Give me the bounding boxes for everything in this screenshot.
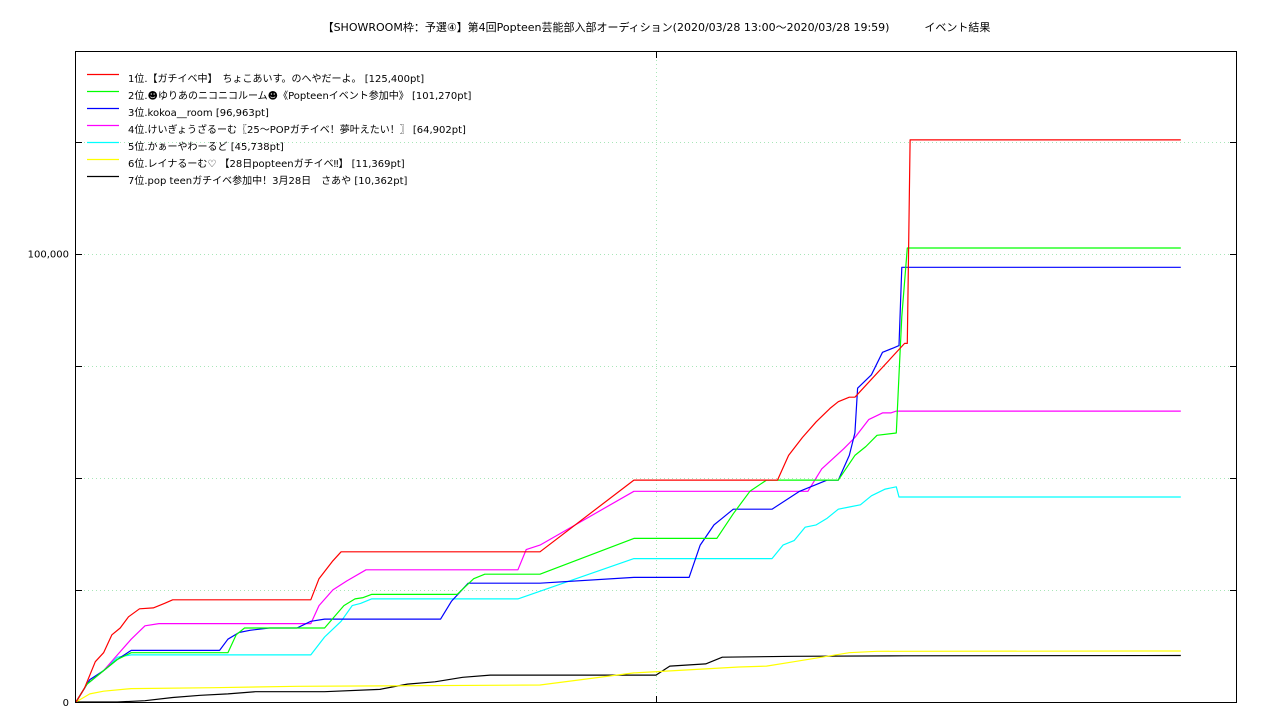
- legend-label: 5位.かぁーやわーるど [45,738pt]: [128, 140, 284, 153]
- legend-item: 1位.【ガチイベ中】 ちょこあいす。のへやだーよ。 [125,400pt]: [87, 72, 424, 85]
- legend-label: 4位.けいぎょうざるーむ〖25〜POPガチイベ！夢叶えたい！〗 [64,902p…: [128, 123, 466, 136]
- legend-item: 4位.けいぎょうざるーむ〖25〜POPガチイベ！夢叶えたい！〗 [64,902p…: [87, 123, 466, 136]
- series-line: [75, 486, 1181, 703]
- y-tick-label: 0: [63, 698, 69, 709]
- chart-page: 【SHOWROOM枠：予選④】第4回Popteen芸能部入部オーディション(20…: [0, 0, 1280, 720]
- legend-item: 6位.レイナるーむ♡ 【28日popteenガチイベ‼】 [11,369pt]: [87, 157, 405, 170]
- series-line: [76, 654, 1181, 703]
- y-tick-label: 100,000: [28, 250, 69, 261]
- legend-item: 3位.kokoa__room [96,963pt]: [87, 106, 269, 119]
- legend-label: 7位.pop teenガチイベ参加中！3月28日 さあや [10,362pt]: [128, 174, 408, 187]
- series-layer: [75, 139, 1181, 703]
- legend-item: 7位.pop teenガチイベ参加中！3月28日 さあや [10,362pt]: [87, 174, 408, 187]
- legend-label: 3位.kokoa__room [96,963pt]: [128, 106, 269, 119]
- line-chart: 0 100,000 1位.【ガチイベ中】 ちょこあいす。のへやだーよ。 [125,…: [28, 51, 1237, 709]
- series-line: [75, 139, 1181, 703]
- series-line: [75, 247, 1181, 703]
- series-line: [75, 650, 1181, 703]
- legend-label: 6位.レイナるーむ♡ 【28日popteenガチイベ‼】 [11,369pt]: [128, 157, 405, 170]
- legend-label: 2位.☻ゆりあのニコニコルーム☻《Popteenイベント参加中》 [101,27…: [128, 89, 471, 102]
- legend-item: 5位.かぁーやわーるど [45,738pt]: [87, 140, 284, 153]
- legend: 1位.【ガチイベ中】 ちょこあいす。のへやだーよ。 [125,400pt] 2位.…: [87, 72, 471, 187]
- legend-item: 2位.☻ゆりあのニコニコルーム☻《Popteenイベント参加中》 [101,27…: [87, 89, 471, 102]
- series-line: [75, 410, 1181, 703]
- legend-label: 1位.【ガチイベ中】 ちょこあいす。のへやだーよ。 [125,400pt]: [128, 72, 424, 85]
